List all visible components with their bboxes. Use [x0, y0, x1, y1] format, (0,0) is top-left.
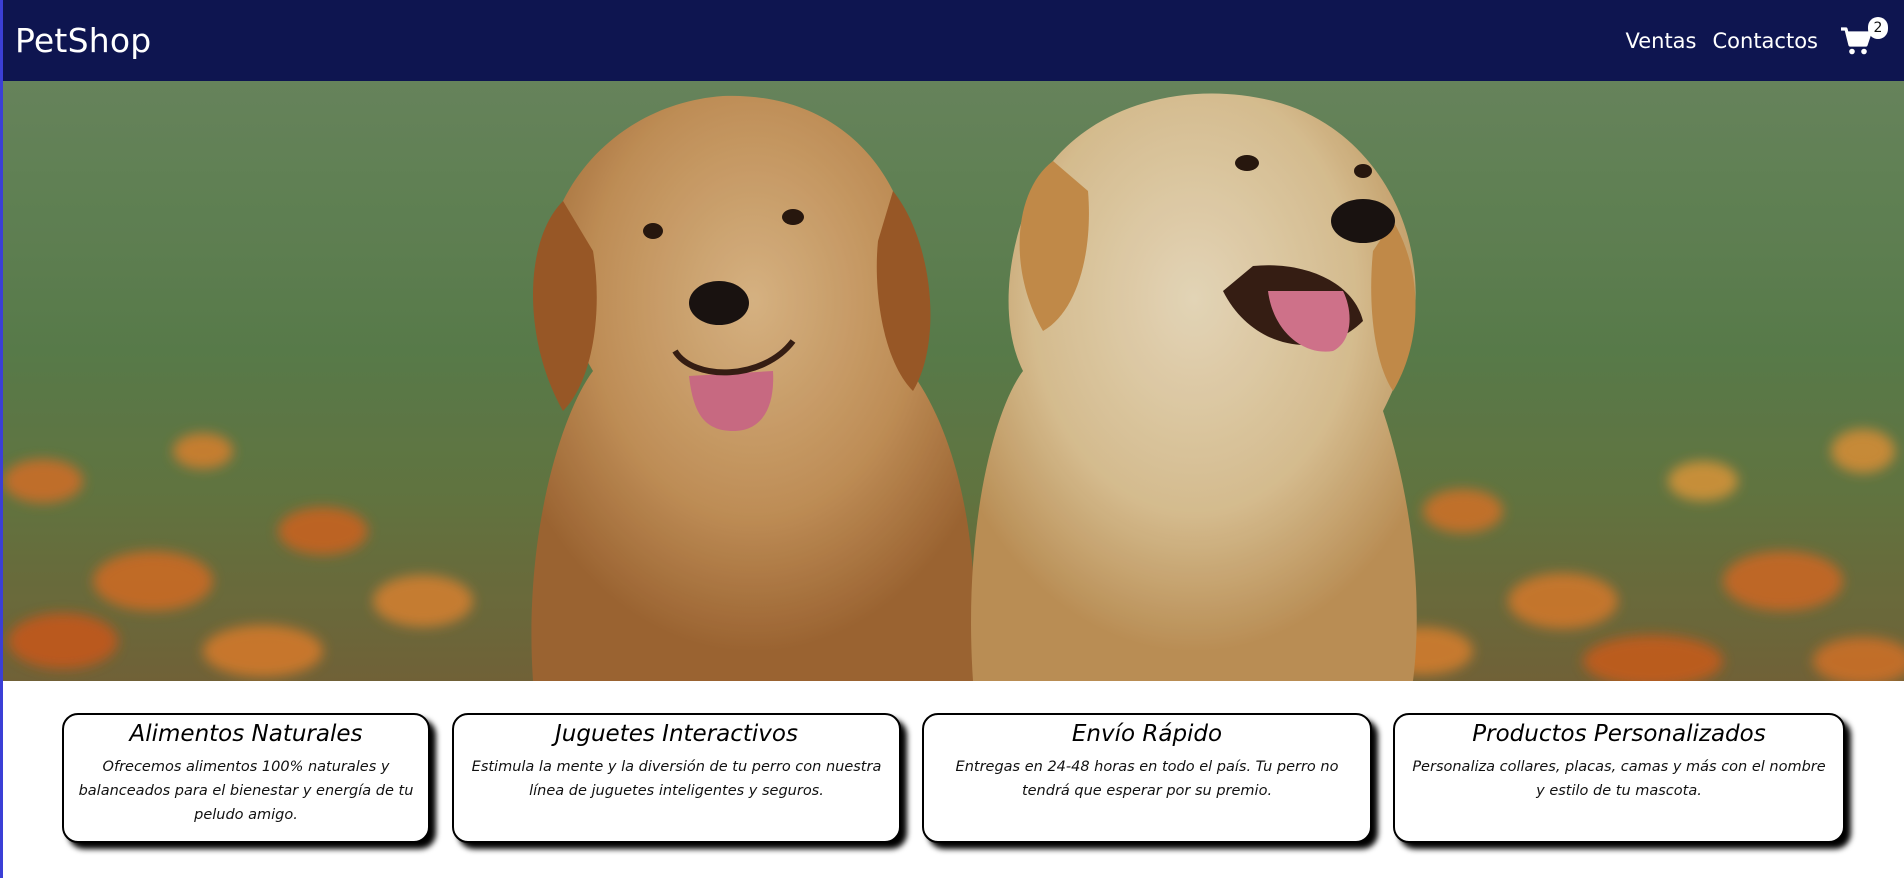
puppies-photo: [3, 81, 1904, 681]
feature-card-alimentos: Alimentos Naturales Ofrecemos alimentos …: [62, 713, 430, 843]
feature-text: Personaliza collares, placas, camas y má…: [1412, 759, 1826, 799]
feature-text: Ofrecemos alimentos 100% naturales y bal…: [78, 759, 414, 823]
brand-logo[interactable]: PetShop: [15, 21, 151, 60]
hero-banner-image: [3, 81, 1904, 681]
feature-title: Productos Personalizados: [1472, 721, 1766, 747]
feature-title: Envío Rápido: [1071, 721, 1223, 747]
feature-card-envio: Envío Rápido Entregas en 24-48 horas en …: [922, 713, 1372, 843]
nav-link-ventas[interactable]: Ventas: [1625, 29, 1696, 53]
feature-card-juguetes: Juguetes Interactivos Estimula la mente …: [452, 713, 901, 843]
nav-links: Ventas Contactos 2: [1625, 16, 1888, 63]
window-left-border: [0, 0, 3, 878]
nav-link-contactos[interactable]: Contactos: [1713, 29, 1819, 53]
feature-text: Entregas en 24-48 horas en todo el país.…: [955, 759, 1339, 799]
cart-button[interactable]: 2: [1834, 16, 1888, 63]
top-navbar: PetShop Ventas Contactos 2: [3, 0, 1904, 81]
cart-count-badge: 2: [1868, 16, 1888, 39]
feature-card-personalizados: Productos Personalizados Personaliza col…: [1393, 713, 1845, 843]
feature-title: Juguetes Interactivos: [555, 721, 798, 747]
feature-text: Estimula la mente y la diversión de tu p…: [471, 759, 882, 799]
feature-title: Alimentos Naturales: [129, 721, 363, 747]
features-section: Alimentos Naturales Ofrecemos alimentos …: [0, 713, 1904, 843]
